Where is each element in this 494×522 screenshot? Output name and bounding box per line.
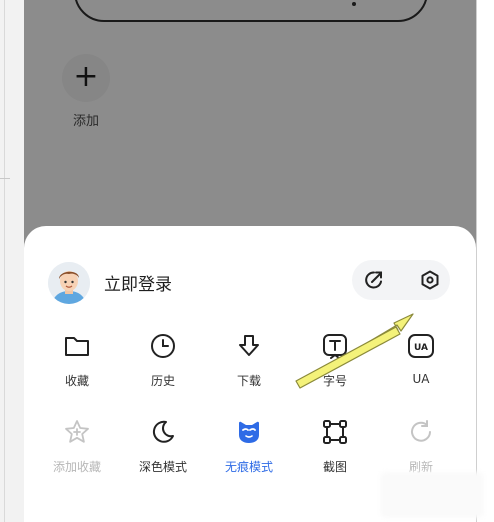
- menu-item-add-favorite[interactable]: 添加收藏: [32, 418, 122, 488]
- share-button[interactable]: [354, 260, 394, 300]
- avatar[interactable]: [48, 262, 90, 304]
- menu-item-label: 无痕模式: [224, 460, 273, 474]
- menu-item-screenshot[interactable]: 截图: [290, 418, 380, 488]
- share-icon: [365, 271, 382, 289]
- menu-item-label: 深色模式: [138, 460, 187, 474]
- menu-item-history[interactable]: 历史: [118, 332, 208, 402]
- refresh-icon: [411, 420, 431, 442]
- add-label: 添加: [72, 114, 99, 129]
- download-icon: [239, 335, 259, 356]
- screenshot-icon: [323, 420, 347, 444]
- folder-icon: [65, 337, 89, 356]
- plus-icon: +: [73, 59, 99, 94]
- menu-item-label: UA: [412, 372, 430, 386]
- menu-item-ua[interactable]: UA UA: [376, 332, 466, 402]
- search-bar[interactable]: [74, 0, 428, 22]
- add-button[interactable]: +: [62, 54, 110, 102]
- ua-icon: UA: [408, 334, 434, 358]
- menu-item-incognito[interactable]: 无痕模式: [204, 418, 294, 488]
- menu-item-dark-mode[interactable]: 深色模式: [118, 418, 208, 488]
- frame-edge: [4, 0, 5, 522]
- menu-item-downloads[interactable]: 下载: [204, 332, 294, 402]
- frame-edge: [476, 0, 477, 522]
- login-link[interactable]: 立即登录: [104, 270, 172, 295]
- star-plus-icon: [65, 420, 89, 443]
- search-bar-dot: [352, 2, 356, 6]
- clock-icon: [151, 334, 175, 358]
- svg-text:UA: UA: [414, 343, 428, 353]
- phone-screen: + 添加 立即登录 收藏 历史 下载 字号 UA UA 添加收藏 深色模式 无痕…: [24, 0, 476, 522]
- outer-frame-left: [0, 0, 24, 522]
- blurred-watermark-area: [380, 472, 484, 518]
- moon-icon: [152, 420, 174, 443]
- menu-item-label: 收藏: [64, 374, 89, 388]
- settings-button[interactable]: [410, 260, 450, 300]
- menu-item-label: 下载: [236, 374, 261, 388]
- settings-icon: [421, 270, 439, 290]
- frame-edge: [0, 178, 10, 179]
- incognito-icon: [239, 421, 259, 443]
- header-actions: [352, 260, 450, 300]
- menu-item-font-size[interactable]: 字号: [290, 332, 380, 402]
- outer-frame-right: [476, 0, 494, 522]
- font-size-icon: [323, 334, 347, 359]
- menu-item-favorites[interactable]: 收藏: [32, 332, 122, 402]
- menu-item-label: 历史: [150, 374, 175, 388]
- menu-item-label: 字号: [322, 374, 347, 388]
- menu-item-label: 添加收藏: [52, 460, 101, 474]
- menu-item-label: 截图: [322, 460, 347, 474]
